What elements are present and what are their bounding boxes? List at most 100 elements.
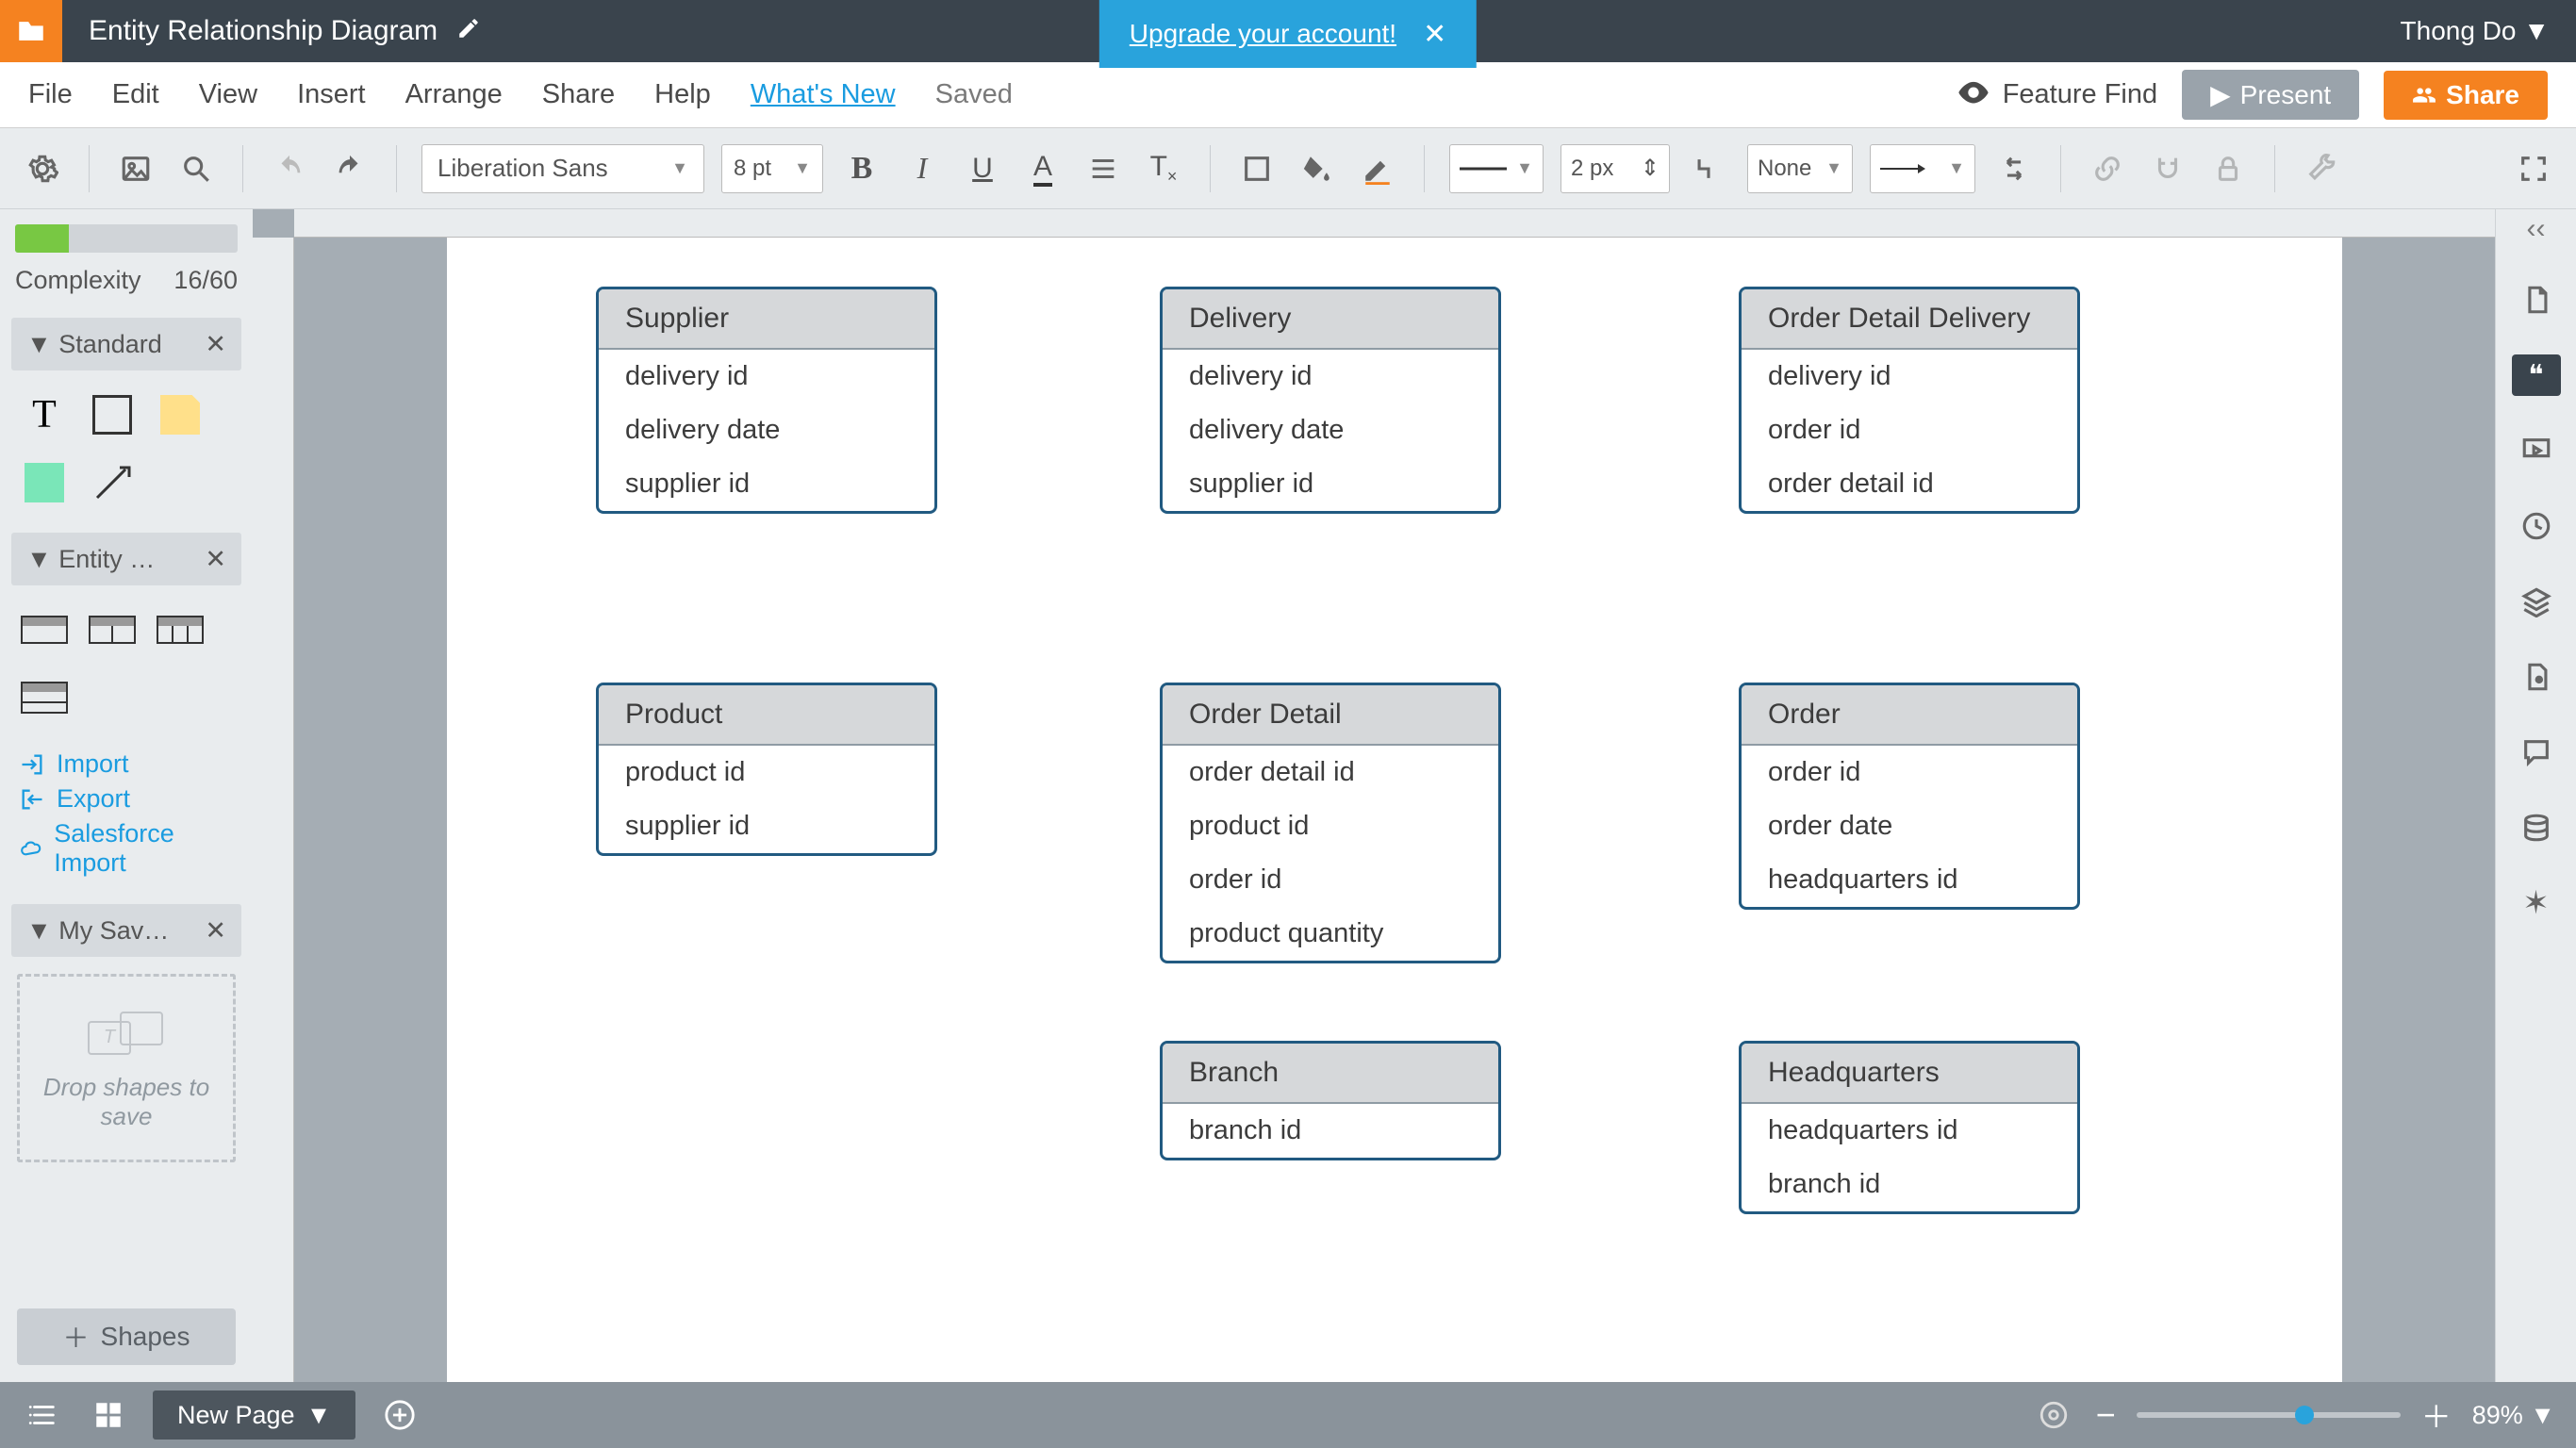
shapes-button[interactable]: ＋ Shapes (17, 1308, 236, 1365)
clear-format-icon[interactable]: T× (1142, 147, 1185, 190)
link-icon[interactable] (2086, 147, 2129, 190)
left-panel: Complexity16/60 ▼ Standard✕ T ▼ Entity …… (0, 209, 253, 1382)
fullscreen-icon[interactable] (2512, 147, 2555, 190)
saved-shapes-dropzone[interactable]: T Drop shapes to save (17, 974, 236, 1162)
theme-icon[interactable] (2516, 656, 2557, 698)
line-style-select[interactable]: ▼ (1449, 144, 1544, 193)
menu-help[interactable]: Help (654, 79, 711, 110)
menu-whats-new[interactable]: What's New (751, 79, 896, 110)
collapse-rail-icon[interactable]: ‹‹ (2527, 213, 2546, 245)
user-menu[interactable]: Thong Do ▼ (2401, 16, 2550, 46)
undo-icon[interactable] (268, 147, 311, 190)
menu-insert[interactable]: Insert (297, 79, 366, 110)
fill-icon[interactable] (1296, 147, 1339, 190)
history-icon[interactable] (2516, 505, 2557, 547)
upgrade-banner: Upgrade your account! ✕ (1099, 0, 1477, 68)
image-icon[interactable] (114, 147, 157, 190)
shelf-entity[interactable]: ▼ Entity …✕ (11, 533, 241, 585)
page-icon[interactable] (2516, 279, 2557, 321)
entity-delivery[interactable]: Delivery delivery id delivery date suppl… (1160, 287, 1501, 514)
align-icon[interactable] (1082, 147, 1125, 190)
zoom-slider[interactable] (2137, 1412, 2401, 1418)
save-status: Saved (935, 79, 1013, 110)
text-color-icon[interactable]: A (1021, 147, 1065, 190)
entity-branch[interactable]: Branch branch id (1160, 1041, 1501, 1160)
zoom-in-button[interactable]: ＋ (2421, 1393, 2452, 1437)
swap-ends-icon[interactable] (1992, 147, 2036, 190)
complexity-meter: Complexity16/60 (0, 209, 253, 310)
svg-text:T: T (104, 1027, 117, 1047)
italic-icon[interactable]: I (900, 147, 944, 190)
comment-icon[interactable]: ❝ (2512, 354, 2561, 396)
entity-headquarters[interactable]: Headquarters headquarters id branch id (1739, 1041, 2080, 1214)
arrow-shape-icon[interactable] (87, 457, 138, 508)
add-page-icon[interactable] (378, 1393, 421, 1437)
grid-icon[interactable] (87, 1393, 130, 1437)
diagram-page[interactable]: Supplier delivery id delivery date suppl… (447, 238, 2342, 1382)
search-icon[interactable] (174, 147, 218, 190)
canvas-area: Supplier delivery id delivery date suppl… (253, 209, 2495, 1382)
line-width-select[interactable]: 2 px⇕ (1560, 144, 1670, 193)
zoom-level[interactable]: 89% ▼ (2472, 1401, 2555, 1430)
master-icon[interactable]: ✶ (2516, 882, 2557, 924)
er-table2-icon[interactable] (87, 604, 138, 655)
rect-shape-icon[interactable] (87, 389, 138, 440)
menu-file[interactable]: File (28, 79, 73, 110)
menu-edit[interactable]: Edit (112, 79, 159, 110)
entity-supplier[interactable]: Supplier delivery id delivery date suppl… (596, 287, 937, 514)
entity-product[interactable]: Product product id supplier id (596, 683, 937, 856)
underline-icon[interactable]: U (961, 147, 1004, 190)
entity-shapes (0, 593, 253, 740)
redo-icon[interactable] (328, 147, 372, 190)
edit-title-icon[interactable] (456, 16, 481, 47)
text-shape-icon[interactable]: T (19, 389, 70, 440)
gear-icon[interactable] (21, 147, 64, 190)
font-size-select[interactable]: 8 pt▼ (721, 144, 823, 193)
menu-view[interactable]: View (199, 79, 257, 110)
entity-order[interactable]: Order order id order date headquarters i… (1739, 683, 2080, 910)
page-tab[interactable]: New Page ▼ (153, 1390, 355, 1440)
connector-type-icon[interactable] (1687, 147, 1730, 190)
entity-order-detail[interactable]: Order Detail order detail id product id … (1160, 683, 1501, 963)
er-table-icon[interactable] (19, 604, 70, 655)
home-icon[interactable] (0, 0, 62, 62)
menu-arrange[interactable]: Arrange (405, 79, 503, 110)
canvas-stage[interactable]: Supplier delivery id delivery date suppl… (294, 238, 2495, 1382)
zoom-out-button[interactable]: − (2096, 1395, 2116, 1435)
entity-order-detail-delivery[interactable]: Order Detail Delivery delivery id order … (1739, 287, 2080, 514)
note-shape-icon[interactable] (155, 389, 206, 440)
document-title[interactable]: Entity Relationship Diagram (89, 15, 438, 47)
present-button[interactable]: ▶ Present (2182, 70, 2359, 120)
lock-icon[interactable] (2206, 147, 2250, 190)
close-icon[interactable]: ✕ (1423, 18, 1446, 51)
present-icon[interactable] (2516, 430, 2557, 471)
wrench-icon[interactable] (2300, 147, 2343, 190)
upgrade-link[interactable]: Upgrade your account! (1130, 19, 1396, 49)
target-icon[interactable] (2032, 1393, 2075, 1437)
shape-border-icon[interactable] (1235, 147, 1279, 190)
fill-rect-icon[interactable] (19, 457, 70, 508)
ruler-horizontal (294, 209, 2495, 238)
standard-shapes: T (0, 378, 253, 525)
share-button[interactable]: Share (2384, 71, 2548, 120)
export-link[interactable]: Export (19, 784, 234, 814)
menu-share[interactable]: Share (542, 79, 615, 110)
salesforce-import-link[interactable]: Salesforce Import (19, 819, 234, 878)
zoom-controls: − ＋ 89% ▼ (2032, 1393, 2555, 1437)
feature-find[interactable]: Feature Find (1957, 79, 2157, 111)
er-table3-icon[interactable] (155, 604, 206, 655)
import-link[interactable]: Import (19, 749, 234, 779)
er-table4-icon[interactable] (19, 672, 70, 723)
layers-icon[interactable] (2516, 581, 2557, 622)
line-start-select[interactable]: None▼ (1747, 144, 1853, 193)
border-color-icon[interactable] (1356, 147, 1399, 190)
chat-icon[interactable] (2516, 732, 2557, 773)
font-family-select[interactable]: Liberation Sans▼ (421, 144, 704, 193)
bold-icon[interactable]: B (840, 147, 883, 190)
outline-icon[interactable] (21, 1393, 64, 1437)
shelf-standard[interactable]: ▼ Standard✕ (11, 318, 241, 370)
magnet-icon[interactable] (2146, 147, 2189, 190)
data-icon[interactable] (2516, 807, 2557, 848)
line-end-select[interactable]: ▼ (1870, 144, 1975, 193)
shelf-my-saved[interactable]: ▼ My Sav…✕ (11, 904, 241, 957)
